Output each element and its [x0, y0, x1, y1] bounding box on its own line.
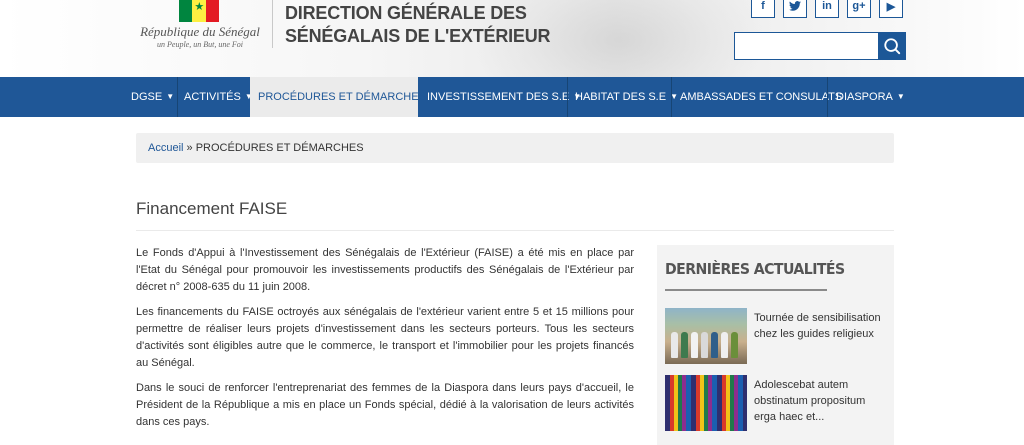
news-title-link[interactable]: Adolescebat autem obstinatum propositum … [754, 377, 890, 425]
nav-item-label: HABITAT DES S.E [575, 91, 667, 103]
nav-item-label: PROCÉDURES ET DÉMARCHES [258, 91, 426, 103]
search-icon [884, 38, 901, 55]
star-icon: ★ [194, 1, 205, 13]
nav-divider [671, 77, 672, 117]
news-item[interactable]: Adolescebat autem obstinatum propositum … [665, 375, 890, 431]
breadcrumb: Accueil » PROCÉDURES ET DÉMARCHES [136, 133, 894, 163]
nav-divider [567, 77, 568, 117]
page-title: Financement FAISE [136, 199, 288, 218]
nav-item-label: AMBASSADES ET CONSULATS [680, 91, 843, 103]
youtube-icon[interactable]: ▶ [879, 0, 903, 18]
sidebar-title: DERNIÈRES ACTUALITÉS [665, 260, 845, 278]
nav-item-investissement[interactable]: INVESTISSEMENT DES S.E ▼ [427, 77, 581, 117]
caret-down-icon: ▼ [166, 92, 175, 101]
site-title-line-2: SÉNÉGALAIS DE L'EXTÉRIEUR [285, 26, 551, 46]
nav-item-label: DIASPORA [836, 91, 893, 103]
article-paragraph: Dans le souci de renforcer l'entreprenar… [136, 382, 634, 428]
caret-down-icon: ▼ [896, 92, 905, 101]
latest-news-sidebar: DERNIÈRES ACTUALITÉS Tournée de sensibil… [657, 245, 894, 445]
senegal-flag-logo[interactable]: ★ [179, 0, 219, 22]
nav-item-label: INVESTISSEMENT DES S.E [427, 91, 570, 103]
brand-name: République du Sénégal [140, 24, 260, 39]
breadcrumb-separator: » [183, 142, 196, 154]
search-button[interactable] [878, 32, 906, 60]
news-thumbnail[interactable] [665, 375, 747, 431]
article-paragraph: Le Fonds d'Appui à l'Investissement des … [136, 247, 634, 293]
breadcrumb-current: PROCÉDURES ET DÉMARCHES [195, 142, 364, 154]
nav-item-activites[interactable]: ACTIVITÉS ▼ [184, 77, 253, 117]
site-title-line-1: DIRECTION GÉNÉRALE DES [285, 3, 527, 23]
nav-item-dgse[interactable]: DGSE ▼ [131, 77, 174, 117]
nav-item-procedures[interactable]: PROCÉDURES ET DÉMARCHES [250, 77, 426, 117]
facebook-icon[interactable]: f [751, 0, 775, 18]
site-title[interactable]: DIRECTION GÉNÉRALE DES SÉNÉGALAIS DE L'E… [285, 2, 551, 48]
nav-item-habitat[interactable]: HABITAT DES S.E ▼ [575, 77, 678, 117]
nav-item-label: ACTIVITÉS [184, 91, 241, 103]
sidebar-title-underline [665, 289, 827, 291]
nav-item-ambassades[interactable]: AMBASSADES ET CONSULATS [680, 77, 842, 117]
header-divider [272, 0, 273, 48]
google-plus-icon[interactable]: g+ [847, 0, 871, 18]
news-thumbnail[interactable] [665, 308, 747, 364]
twitter-icon[interactable] [783, 0, 807, 18]
linkedin-icon[interactable]: in [815, 0, 839, 18]
title-divider [136, 230, 894, 231]
nav-divider [827, 77, 828, 117]
site-header: ★ République du Sénégal un Peuple, un Bu… [0, 0, 1024, 77]
breadcrumb-home-link[interactable]: Accueil [148, 142, 183, 154]
news-item[interactable]: Tournée de sensibilisation chez les guid… [665, 308, 890, 364]
nav-divider [177, 77, 178, 117]
article-paragraph: Les financements du FAISE octroyés aux s… [136, 306, 634, 369]
nav-item-label: DGSE [131, 91, 163, 103]
brand-motto: un Peuple, un But, une Foi [157, 40, 243, 49]
social-links: f in g+ ▶ [751, 0, 903, 18]
main-navigation: DGSE ▼ ACTIVITÉS ▼ PROCÉDURES ET DÉMARCHES… [0, 77, 1024, 117]
search-input[interactable] [734, 32, 879, 60]
news-title-link[interactable]: Tournée de sensibilisation chez les guid… [754, 310, 890, 342]
article-body: Le Fonds d'Appui à l'Investissement des … [136, 245, 634, 439]
nav-item-diaspora[interactable]: DIASPORA ▼ [836, 77, 905, 117]
